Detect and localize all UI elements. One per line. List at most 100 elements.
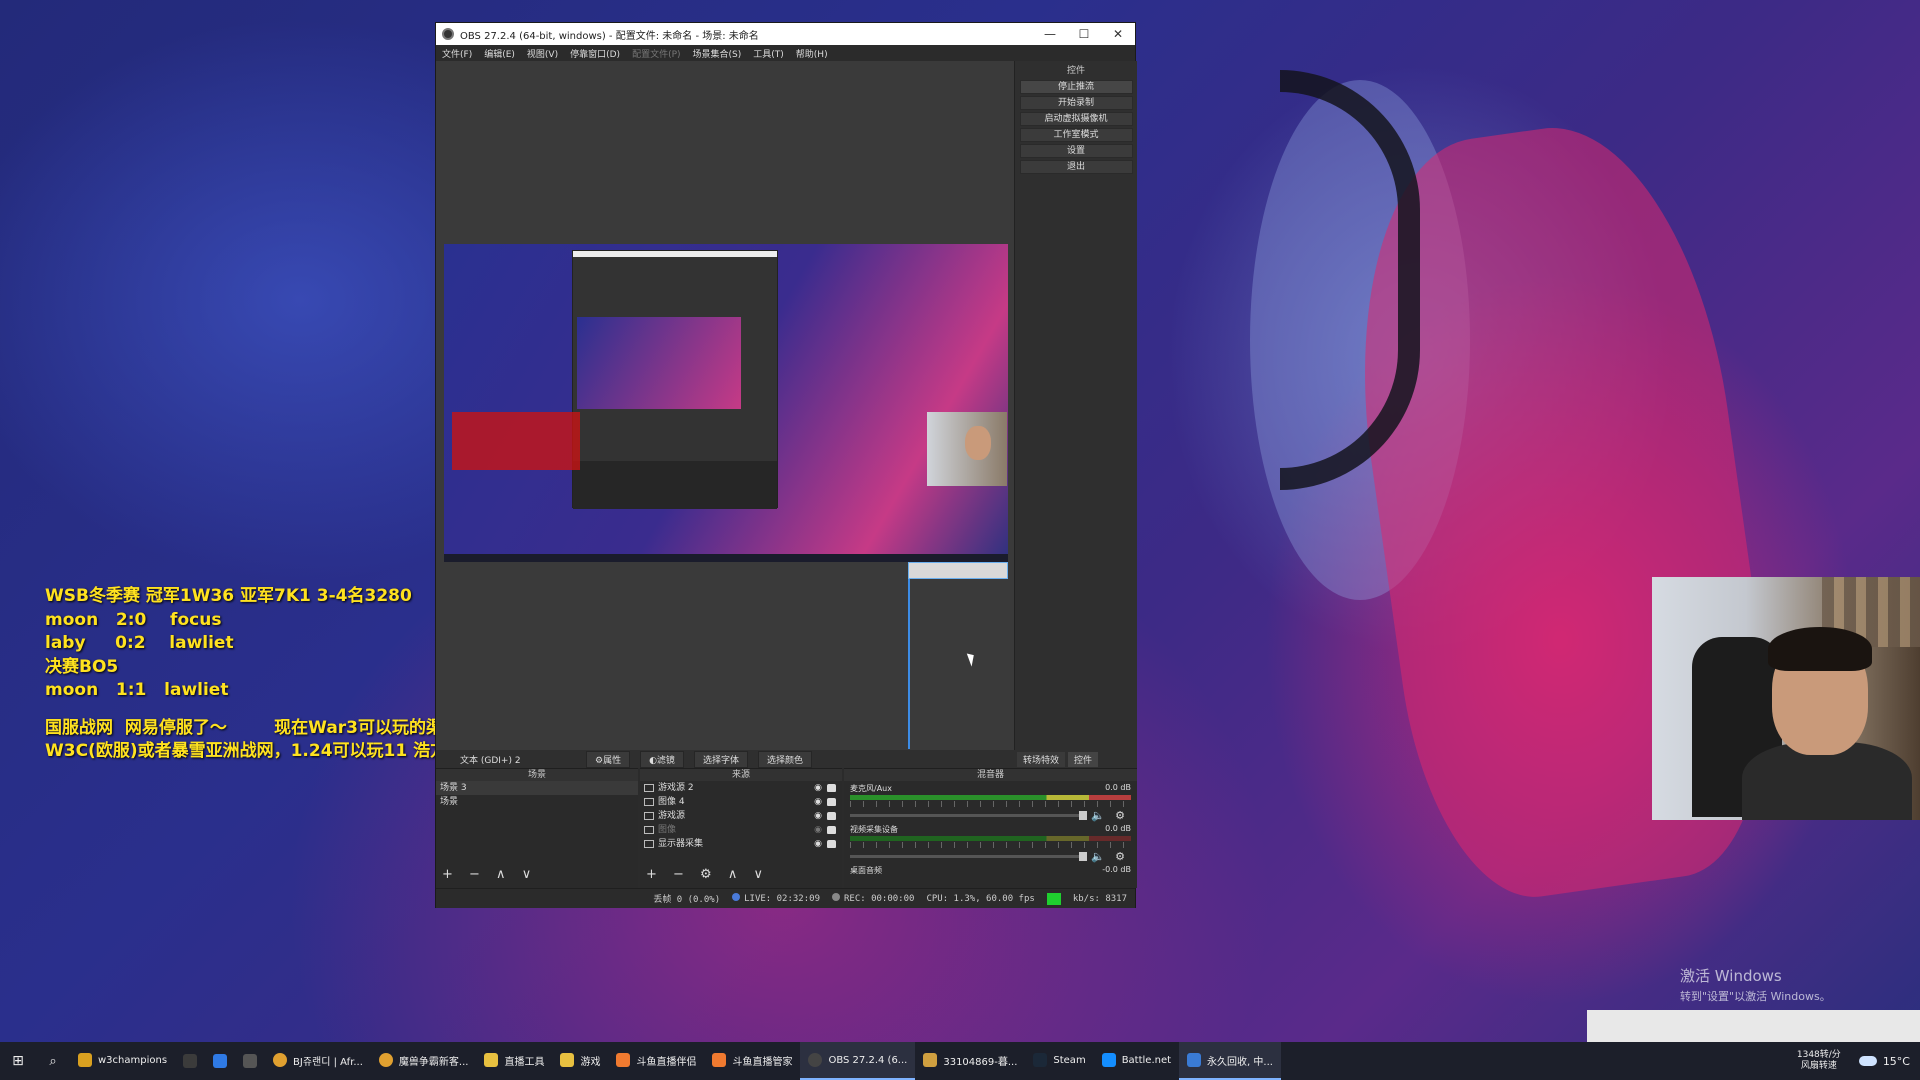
- source-selection-box[interactable]: [908, 562, 1008, 579]
- nested-taskbar: [444, 554, 1008, 562]
- settings-button[interactable]: 设置: [1019, 144, 1133, 158]
- taskbar-item[interactable]: 魔兽争霸新客...: [371, 1042, 477, 1080]
- visibility-eye-icon[interactable]: ◉: [813, 837, 823, 851]
- menu-profile[interactable]: 配置文件(P): [626, 45, 686, 61]
- start-virtual-camera-button[interactable]: 启动虚拟摄像机: [1019, 112, 1133, 126]
- lock-icon[interactable]: [827, 784, 836, 792]
- game-capture-icon: [644, 812, 654, 820]
- chrome-icon: [273, 1053, 288, 1067]
- sources-footer-buttons[interactable]: + − ⚙ ∧ ∨: [646, 867, 769, 882]
- menu-docks[interactable]: 停靠窗口(D): [564, 45, 626, 61]
- select-font-button[interactable]: 选择字体: [693, 750, 748, 768]
- activate-sub: 转到"设置"以激活 Windows。: [1680, 990, 1831, 1003]
- filters-button[interactable]: ◐滤镜: [640, 750, 684, 768]
- tab-controls[interactable]: 控件: [1068, 751, 1099, 767]
- obs-titlebar[interactable]: OBS 27.2.4 (64-bit, windows) - 配置文件: 未命名…: [436, 23, 1135, 45]
- source-selection-edge[interactable]: [908, 579, 910, 749]
- scene-item[interactable]: 场景: [436, 795, 638, 809]
- visibility-eye-icon[interactable]: ◉: [813, 781, 823, 795]
- menu-view[interactable]: 视图(V): [521, 45, 564, 61]
- overlay-line: laby 0:2 lawliet: [45, 633, 234, 653]
- visibility-eye-icon[interactable]: ◉: [813, 823, 823, 837]
- taskbar-item[interactable]: 斗鱼直播伴侣: [608, 1042, 704, 1080]
- close-button[interactable]: ✕: [1101, 27, 1135, 41]
- windows-taskbar: ⊞ ⌕ w3champions BJ쥬랜디 | Afr... 魔兽争霸新客...…: [0, 1042, 1920, 1080]
- source-item[interactable]: 图像 4 ◉: [640, 795, 842, 809]
- taskbar-item-qq[interactable]: [175, 1042, 205, 1080]
- fan-speed-value: 1348转/分: [1796, 1050, 1841, 1060]
- taskbar-item[interactable]: Battle.net: [1094, 1042, 1179, 1080]
- taskbar-item[interactable]: 斗鱼直播管家: [704, 1042, 800, 1080]
- live-time: LIVE: 02:32:09: [744, 894, 820, 904]
- lock-icon[interactable]: [827, 840, 836, 848]
- taskbar-label: Battle.net: [1121, 1054, 1172, 1066]
- menu-help[interactable]: 帮助(H): [790, 45, 834, 61]
- taskbar-item[interactable]: w3champions: [70, 1042, 175, 1080]
- gray-panel: [1587, 1010, 1920, 1042]
- source-item[interactable]: 游戏源 ◉: [640, 809, 842, 823]
- volume-slider[interactable]: [850, 811, 1087, 820]
- maximize-button[interactable]: ☐: [1067, 27, 1101, 41]
- taskbar-item-obs[interactable]: OBS 27.2.4 (6...: [800, 1042, 916, 1080]
- menu-edit[interactable]: 编辑(E): [478, 45, 521, 61]
- menu-scene-collection[interactable]: 场景集合(S): [687, 45, 748, 61]
- scenes-footer-buttons[interactable]: + − ∧ ∨: [442, 867, 537, 882]
- source-item[interactable]: 显示器采集 ◉: [640, 837, 842, 851]
- controls-dock: 控件 停止推流 开始录制 启动虚拟摄像机 工作室模式 设置 退出: [1014, 61, 1137, 750]
- system-tray: 1348转/分 风扇转速 15°C: [1789, 1042, 1920, 1080]
- studio-mode-button[interactable]: 工作室模式: [1019, 128, 1133, 142]
- properties-button[interactable]: ⚙属性: [586, 750, 631, 768]
- taskbar-label: 斗鱼直播伴侣: [636, 1056, 697, 1068]
- gear-icon[interactable]: ⚙: [1109, 809, 1131, 822]
- search-icon[interactable]: ⌕: [36, 1054, 70, 1069]
- volume-slider[interactable]: [850, 852, 1087, 861]
- speaker-icon[interactable]: 🔈: [1087, 809, 1109, 822]
- start-button-windows-icon[interactable]: ⊞: [0, 1053, 36, 1069]
- scene-name: 场景 3: [440, 783, 467, 793]
- taskbar-item-app[interactable]: [205, 1042, 235, 1080]
- source-name: 显示器采集: [658, 839, 704, 849]
- lock-icon[interactable]: [827, 812, 836, 820]
- taskbar-item[interactable]: 直播工具: [476, 1042, 552, 1080]
- track-name: 麦克风/Aux: [850, 784, 892, 793]
- obs-window[interactable]: OBS 27.2.4 (64-bit, windows) - 配置文件: 未命名…: [435, 22, 1137, 908]
- select-color-button[interactable]: 选择颜色: [757, 750, 812, 768]
- taskbar-item[interactable]: 游戏: [552, 1042, 608, 1080]
- lock-icon[interactable]: [827, 826, 836, 834]
- start-recording-button[interactable]: 开始录制: [1019, 96, 1133, 110]
- taskbar-item[interactable]: 33104869-暮...: [915, 1042, 1025, 1080]
- visibility-eye-icon[interactable]: ◉: [813, 795, 823, 809]
- fan-speed-widget[interactable]: 1348转/分 风扇转速: [1789, 1050, 1849, 1072]
- visibility-eye-icon[interactable]: ◉: [813, 809, 823, 823]
- folder-icon: [484, 1053, 499, 1067]
- menu-file[interactable]: 文件(F): [436, 45, 478, 61]
- menu-tools[interactable]: 工具(T): [747, 45, 790, 61]
- speaker-icon[interactable]: 🔈: [1087, 850, 1109, 863]
- minimize-button[interactable]: —: [1033, 27, 1067, 41]
- weather-widget[interactable]: 15°C: [1849, 1055, 1920, 1068]
- tab-transitions[interactable]: 转场特效: [1017, 751, 1066, 767]
- exit-button[interactable]: 退出: [1019, 160, 1133, 174]
- source-item[interactable]: 游戏源 2 ◉: [640, 781, 842, 795]
- preview-canvas[interactable]: [444, 244, 1008, 562]
- app-icon: [213, 1054, 228, 1068]
- qq-icon: [183, 1054, 198, 1068]
- overlay-line: WSB冬季赛 冠军1W36 亚军7K1 3-4名3280: [45, 586, 412, 606]
- webcam-feed: [1652, 577, 1920, 820]
- live-timer: LIVE: 02:32:09: [732, 893, 820, 904]
- cpu-fps: CPU: 1.3%, 60.00 fps: [926, 893, 1035, 904]
- taskbar-item-app[interactable]: [235, 1042, 265, 1080]
- controls-header: 控件: [1066, 66, 1085, 76]
- obs-preview-area[interactable]: [436, 61, 1014, 750]
- lock-icon[interactable]: [827, 798, 836, 806]
- source-item[interactable]: 图像 ◉: [640, 823, 842, 837]
- cloud-icon: [1858, 1056, 1877, 1066]
- taskbar-item[interactable]: BJ쥬랜디 | Afr...: [265, 1042, 371, 1080]
- scene-item[interactable]: 场景 3: [436, 781, 638, 795]
- gear-icon[interactable]: ⚙: [1109, 850, 1131, 863]
- taskbar-item[interactable]: 永久回收, 中...: [1179, 1042, 1281, 1080]
- taskbar-item[interactable]: Steam: [1025, 1042, 1093, 1080]
- stop-streaming-button[interactable]: 停止推流: [1019, 80, 1133, 94]
- app-icon: [78, 1053, 92, 1067]
- sources-dock: 来源 游戏源 2 ◉ 图像 4 ◉ 游戏源 ◉ 图像 ◉ 显示器采集 ◉ + − ⚙ ∧ …: [640, 768, 842, 888]
